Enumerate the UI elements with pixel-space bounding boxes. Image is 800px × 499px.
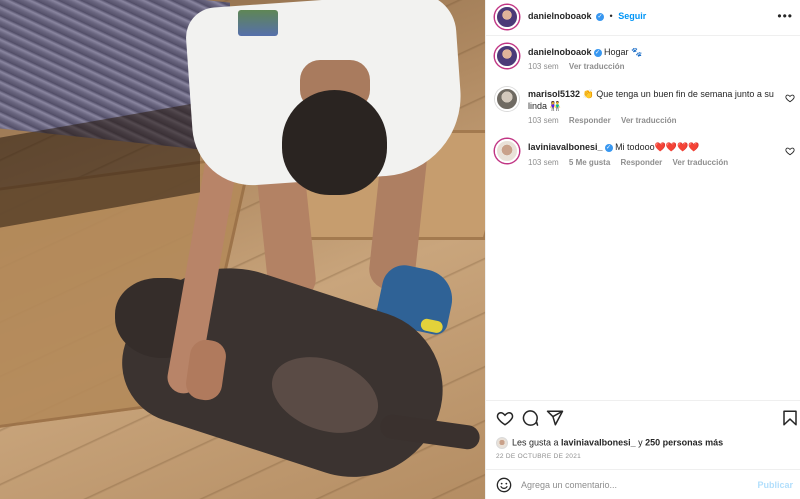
comment-text-line: laviniavalbonesi_ ✓ Mi todooo❤️❤️❤️❤️ (528, 141, 781, 153)
add-comment-bar: Publicar (486, 469, 800, 499)
separator-dot: • (609, 11, 613, 21)
likes-user[interactable]: laviniavalbonesi_ (561, 437, 636, 447)
liker-avatar (496, 437, 508, 449)
likes-summary[interactable]: Les gusta a laviniavalbonesi_ y 250 pers… (496, 437, 723, 449)
reply-button[interactable]: Responder (569, 116, 611, 125)
likes-middle: y (635, 437, 646, 448)
post-header: danielnoboaok ✓ • Seguir ••• (486, 0, 800, 36)
comment-like-heart-icon[interactable] (785, 93, 795, 103)
comment-text: Mi todooo❤️❤️❤️❤️ (615, 142, 700, 152)
comment-time: 103 sem (528, 116, 559, 125)
comment-avatar[interactable] (495, 87, 519, 111)
share-icon[interactable] (546, 409, 564, 427)
verified-badge-icon: ✓ (593, 48, 602, 57)
caption-username[interactable]: danielnoboaok (528, 47, 592, 57)
likes-prefix: Les gusta a (512, 437, 562, 448)
comment-meta: 103 sem 5 Me gusta Responder Ver traducc… (528, 158, 736, 167)
comment-icon[interactable] (521, 409, 539, 427)
translate-button[interactable]: Ver traducción (621, 116, 677, 125)
caption-text-line: danielnoboaok ✓ Hogar 🐾 (528, 46, 781, 58)
post-photo[interactable] (0, 0, 485, 499)
add-comment-input[interactable] (521, 478, 741, 492)
comment-time: 103 sem (528, 158, 559, 167)
author-username[interactable]: danielnoboaok (528, 11, 592, 21)
heart-icon[interactable] (496, 409, 514, 427)
verified-badge-icon: ✓ (596, 12, 605, 21)
bookmark-icon[interactable] (781, 409, 799, 427)
comment-meta: 103 sem Responder Ver traducción (528, 116, 685, 125)
caption-meta: 103 sem Ver traducción (528, 62, 633, 71)
likes-others[interactable]: 250 personas más (645, 437, 723, 447)
comment-likes-count[interactable]: 5 Me gusta (569, 158, 610, 167)
comment-text-line: marisol5132 👏 Que tenga un buen fin de s… (528, 88, 781, 112)
author-avatar[interactable] (495, 5, 519, 29)
verified-badge-icon: ✓ (604, 143, 613, 152)
caption-text: Hogar 🐾 (604, 47, 643, 57)
reply-button[interactable]: Responder (621, 158, 663, 167)
actions-divider (486, 400, 800, 401)
publish-button[interactable]: Publicar (757, 480, 793, 490)
comment-like-heart-icon[interactable] (785, 146, 795, 156)
translate-button[interactable]: Ver traducción (673, 158, 729, 167)
caption-translate-button[interactable]: Ver traducción (569, 62, 625, 71)
instagram-post-modal: danielnoboaok ✓ • Seguir ••• danielnoboa… (0, 0, 800, 499)
post-side-panel: danielnoboaok ✓ • Seguir ••• danielnoboa… (485, 0, 800, 499)
caption-time: 103 sem (528, 62, 559, 71)
caption-avatar[interactable] (495, 44, 519, 68)
comment-username[interactable]: laviniavalbonesi_ (528, 142, 603, 152)
photo-person-head (282, 90, 387, 195)
photo-shirt-logo (238, 10, 278, 36)
comment-avatar[interactable] (495, 139, 519, 163)
post-date: 22 DE OCTUBRE DE 2021 (496, 453, 582, 460)
comment-username[interactable]: marisol5132 (528, 89, 580, 99)
emoji-icon[interactable] (496, 477, 512, 493)
author-line: danielnoboaok ✓ • Seguir (528, 11, 646, 21)
more-icon[interactable]: ••• (777, 9, 793, 23)
follow-button[interactable]: Seguir (618, 11, 646, 21)
